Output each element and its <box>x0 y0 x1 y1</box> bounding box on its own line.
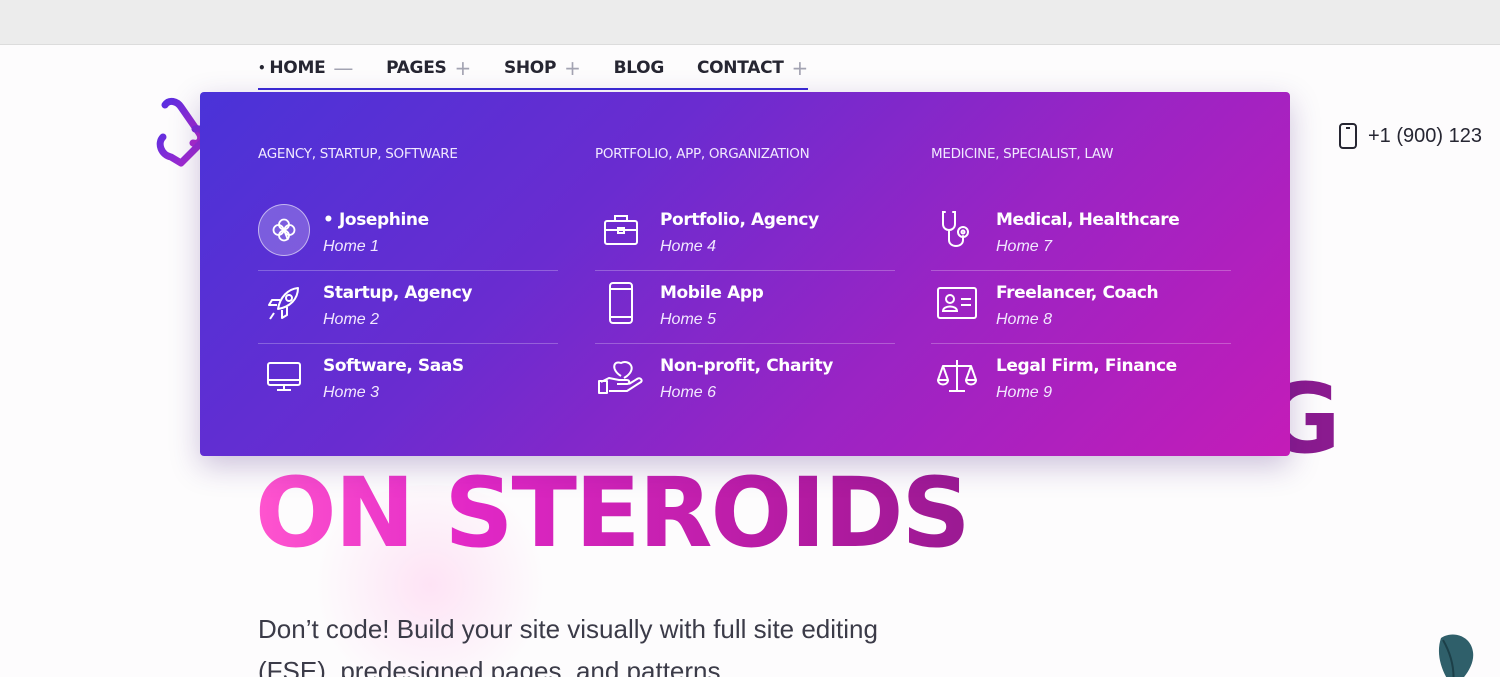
scales-icon <box>931 350 983 402</box>
collapse-icon[interactable]: — <box>333 58 353 78</box>
expand-icon[interactable]: + <box>454 58 471 78</box>
phone-number: +1 (900) 123 <box>1368 124 1482 147</box>
entry-title: Freelancer, Coach <box>996 283 1159 303</box>
entry-subtitle: Home 1 <box>323 238 380 255</box>
nav-item-label: HOME <box>269 58 326 78</box>
nav-item-contact[interactable]: CONTACT + <box>697 58 808 78</box>
entry-subtitle: Home 4 <box>660 238 717 255</box>
menu-entry-home-5[interactable]: Mobile App Home 5 <box>595 271 895 344</box>
entry-subtitle: Home 7 <box>996 238 1053 255</box>
entry-title: Non-profit, Charity <box>660 356 833 376</box>
header-phone[interactable]: +1 (900) 123 <box>1338 122 1482 150</box>
menu-entry-home-4[interactable]: Portfolio, Agency Home 4 <box>595 198 895 271</box>
expand-icon[interactable]: + <box>564 58 581 78</box>
nav-item-label: SHOP <box>503 58 557 78</box>
stethoscope-icon <box>931 204 983 256</box>
menu-entry-home-9[interactable]: Legal Firm, Finance Home 9 <box>931 344 1231 417</box>
entry-title: Software, SaaS <box>323 356 464 376</box>
menu-entry-home-8[interactable]: Freelancer, Coach Home 8 <box>931 271 1231 344</box>
main-nav: • HOME — PAGES + SHOP + BLOG CONTACT + <box>258 48 808 90</box>
smartphone-icon <box>595 277 647 329</box>
monitor-icon <box>258 350 310 402</box>
column-heading: PORTFOLIO, APP, ORGANIZATION <box>595 146 810 162</box>
nav-item-pages[interactable]: PAGES + <box>386 58 471 78</box>
id-card-icon <box>931 277 983 329</box>
nav-item-label: BLOG <box>613 58 665 78</box>
mobile-phone-icon <box>1339 123 1357 149</box>
rocket-icon <box>258 277 310 329</box>
clover-icon <box>258 204 310 256</box>
home-mega-menu: AGENCY, STARTUP, SOFTWARE • Josephine Ho… <box>200 92 1290 456</box>
heart-hand-icon <box>595 350 647 402</box>
entry-title: Legal Firm, Finance <box>996 356 1177 376</box>
menu-entry-home-3[interactable]: Software, SaaS Home 3 <box>258 344 558 417</box>
hero-subtitle: Don’t code! Build your site visually wit… <box>258 614 878 677</box>
entry-title: Portfolio, Agency <box>660 210 819 230</box>
entry-subtitle: Home 9 <box>996 384 1053 401</box>
nav-active-dot: • <box>258 61 266 75</box>
nav-item-label: PAGES <box>386 58 447 78</box>
entry-subtitle: Home 8 <box>996 311 1053 328</box>
menu-entry-home-1[interactable]: • Josephine Home 1 <box>258 198 558 271</box>
expand-icon[interactable]: + <box>792 58 809 78</box>
entry-subtitle: Home 6 <box>660 384 717 401</box>
menu-entry-home-2[interactable]: Startup, Agency Home 2 <box>258 271 558 344</box>
nav-item-label: CONTACT <box>696 58 784 78</box>
entry-title: Startup, Agency <box>323 283 473 303</box>
entry-title: • Josephine <box>323 210 429 230</box>
nav-item-shop[interactable]: SHOP + <box>504 58 581 78</box>
entry-subtitle: Home 5 <box>660 311 717 328</box>
entry-title: Medical, Healthcare <box>996 210 1180 230</box>
nav-item-blog[interactable]: BLOG <box>613 58 665 78</box>
entry-subtitle: Home 3 <box>323 384 380 401</box>
browser-toolbar <box>0 0 1500 45</box>
column-heading: MEDICINE, SPECIALIST, LAW <box>931 146 1114 162</box>
hero-title: ON STEROIDS <box>255 457 971 569</box>
nav-item-home[interactable]: • HOME — <box>258 58 353 78</box>
leaf-decoration-icon <box>1438 634 1474 677</box>
menu-entry-home-6[interactable]: Non-profit, Charity Home 6 <box>595 344 895 417</box>
column-heading: AGENCY, STARTUP, SOFTWARE <box>258 146 458 162</box>
briefcase-icon <box>595 204 647 256</box>
entry-subtitle: Home 2 <box>323 311 380 328</box>
menu-entry-home-7[interactable]: Medical, Healthcare Home 7 <box>931 198 1231 271</box>
entry-title: Mobile App <box>660 283 764 303</box>
